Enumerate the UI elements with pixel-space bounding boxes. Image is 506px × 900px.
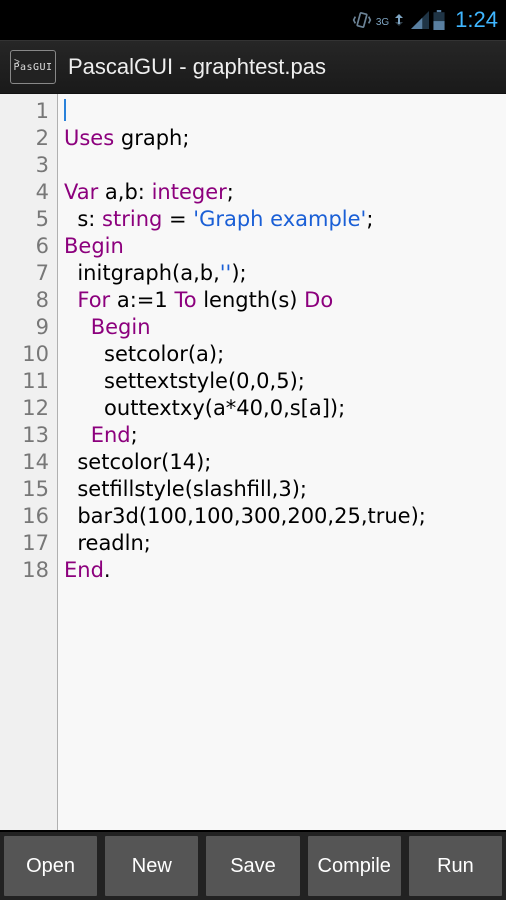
line-number: 2 [0,125,49,152]
code-line[interactable] [64,152,500,179]
new-button[interactable]: New [105,836,198,896]
open-button[interactable]: Open [4,836,97,896]
code-line[interactable]: setcolor(14); [64,449,500,476]
window-title: PascalGUI - graphtest.pas [68,54,326,80]
line-number: 4 [0,179,49,206]
line-number: 13 [0,422,49,449]
line-number: 15 [0,476,49,503]
code-line[interactable]: Uses graph; [64,125,500,152]
battery-icon [433,10,445,30]
save-button[interactable]: Save [206,836,299,896]
code-line[interactable]: setfillstyle(slashfill,3); [64,476,500,503]
code-line[interactable]: setcolor(a); [64,341,500,368]
line-number: 3 [0,152,49,179]
line-number: 14 [0,449,49,476]
compile-button[interactable]: Compile [308,836,401,896]
code-line[interactable]: Begin [64,233,500,260]
text-cursor [64,99,66,121]
line-number: 7 [0,260,49,287]
code-line[interactable]: Var a,b: integer; [64,179,500,206]
line-number: 5 [0,206,49,233]
run-button[interactable]: Run [409,836,502,896]
network-icon: 3G [376,12,407,28]
code-line[interactable]: settextstyle(0,0,5); [64,368,500,395]
status-bar: 3G 1:24 [0,0,506,40]
editor[interactable]: 123456789101112131415161718 Uses graph;V… [0,94,506,830]
bottom-toolbar: Open New Save Compile Run [0,830,506,900]
line-number: 10 [0,341,49,368]
line-number: 1 [0,98,49,125]
line-number: 12 [0,395,49,422]
code-line[interactable]: s: string = 'Graph example'; [64,206,500,233]
code-line[interactable]: initgraph(a,b,''); [64,260,500,287]
line-number: 18 [0,557,49,584]
code-line[interactable]: bar3d(100,100,300,200,25,true); [64,503,500,530]
code-area[interactable]: Uses graph; Var a,b: integer; s: string =… [58,94,506,830]
code-line[interactable]: End. [64,557,500,584]
code-line[interactable]: outtextxy(a*40,0,s[a]); [64,395,500,422]
line-number: 11 [0,368,49,395]
code-line[interactable] [64,98,500,125]
code-line[interactable]: For a:=1 To length(s) Do [64,287,500,314]
title-bar: PasGUI PascalGUI - graphtest.pas [0,40,506,94]
line-number: 17 [0,530,49,557]
line-number: 9 [0,314,49,341]
clock: 1:24 [455,7,498,33]
code-line[interactable]: End; [64,422,500,449]
signal-icon [411,11,429,29]
gutter: 123456789101112131415161718 [0,94,58,830]
code-line[interactable]: readln; [64,530,500,557]
line-number: 16 [0,503,49,530]
code-line[interactable]: Begin [64,314,500,341]
line-number: 6 [0,233,49,260]
app-icon: PasGUI [10,50,56,84]
line-number: 8 [0,287,49,314]
vibrate-icon [352,10,372,30]
